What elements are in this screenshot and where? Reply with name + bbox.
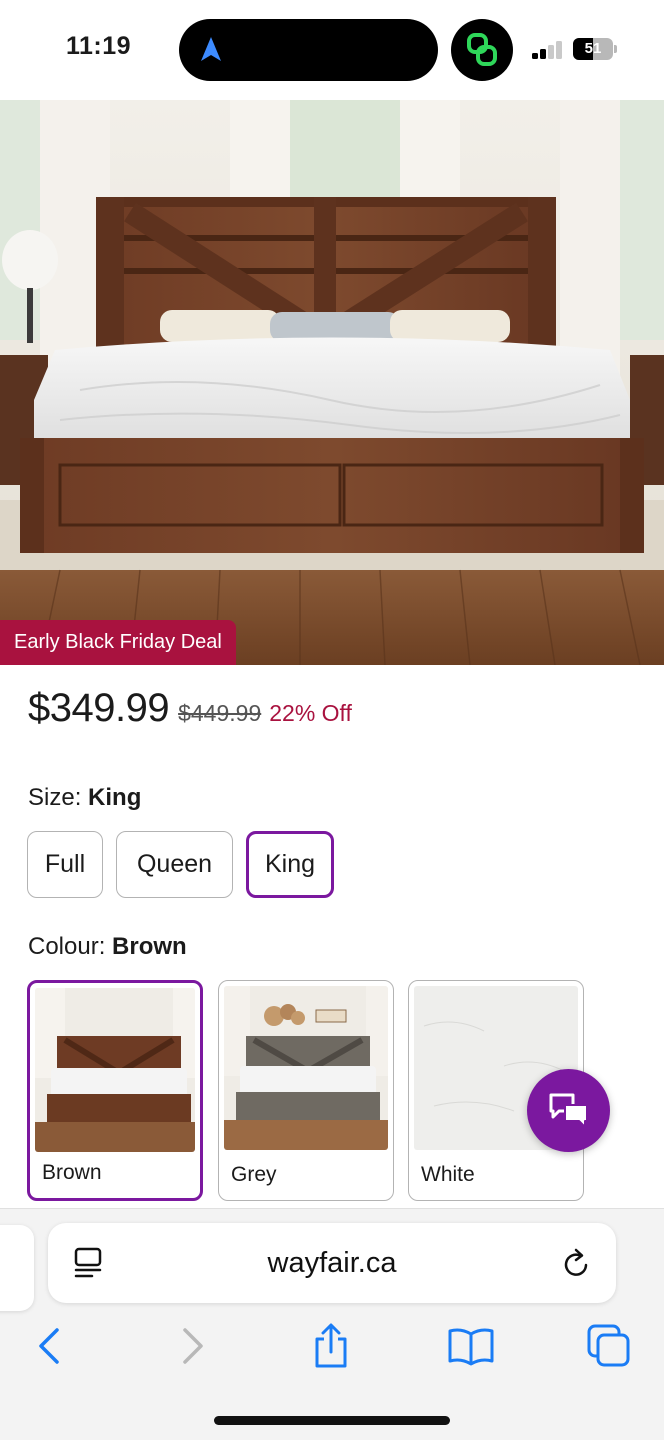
browser-chrome: wayfair.ca	[0, 1208, 664, 1440]
signal-icon	[532, 41, 564, 59]
status-time: 11:19	[66, 32, 132, 60]
tabs-button[interactable]	[584, 1321, 634, 1371]
deal-badge: Early Black Friday Deal	[0, 620, 236, 665]
product-photo-bed	[0, 100, 664, 665]
size-option-full[interactable]: Full	[27, 831, 103, 898]
reload-icon[interactable]	[560, 1247, 592, 1281]
forward-button[interactable]	[168, 1321, 218, 1371]
forward-icon	[183, 1328, 203, 1364]
share-button[interactable]	[306, 1321, 356, 1371]
price-row: $349.99 $449.99 22% Off	[28, 686, 352, 736]
current-price: $349.99	[28, 686, 170, 730]
share-icon	[315, 1323, 347, 1368]
original-price: $449.99	[178, 700, 262, 726]
back-button[interactable]	[24, 1321, 74, 1371]
address-bar[interactable]: wayfair.ca	[48, 1223, 616, 1303]
size-heading: Size: King	[28, 784, 141, 812]
swatch-image-grey	[224, 986, 388, 1150]
chat-icon	[549, 1093, 588, 1128]
colour-selected-value: Brown	[112, 933, 187, 960]
swatch-label-brown: Brown	[42, 1161, 102, 1184]
status-bar: 11:19 51	[0, 0, 664, 100]
previous-tab-preview[interactable]	[0, 1225, 34, 1311]
home-indicator[interactable]	[214, 1416, 450, 1425]
battery-icon: 51	[573, 38, 617, 60]
back-icon	[39, 1328, 59, 1364]
size-option-king[interactable]: King	[246, 831, 334, 898]
size-selected-value: King	[88, 784, 142, 811]
chat-button[interactable]	[527, 1069, 610, 1152]
tabs-icon	[587, 1324, 630, 1367]
size-heading-label: Size:	[28, 784, 89, 811]
swatch-label-grey: Grey	[231, 1163, 277, 1186]
swatch-image-brown	[35, 988, 195, 1152]
colour-option-grey[interactable]: Grey	[218, 980, 394, 1201]
size-option-queen[interactable]: Queen	[116, 831, 233, 898]
navigation-arrow-icon	[201, 37, 221, 61]
bookmarks-icon	[448, 1328, 494, 1366]
app-activity-icon	[451, 19, 513, 81]
url-text[interactable]: wayfair.ca	[48, 1223, 616, 1303]
product-image-carousel[interactable]	[0, 100, 664, 665]
colour-heading: Colour: Brown	[28, 933, 187, 961]
discount-label: 22% Off	[269, 700, 352, 726]
colour-option-brown[interactable]: Brown	[27, 980, 203, 1201]
battery-percent: 51	[584, 40, 602, 57]
colour-heading-label: Colour:	[28, 933, 113, 960]
swatch-label-white: White	[421, 1163, 475, 1186]
bookmarks-button[interactable]	[446, 1321, 496, 1371]
